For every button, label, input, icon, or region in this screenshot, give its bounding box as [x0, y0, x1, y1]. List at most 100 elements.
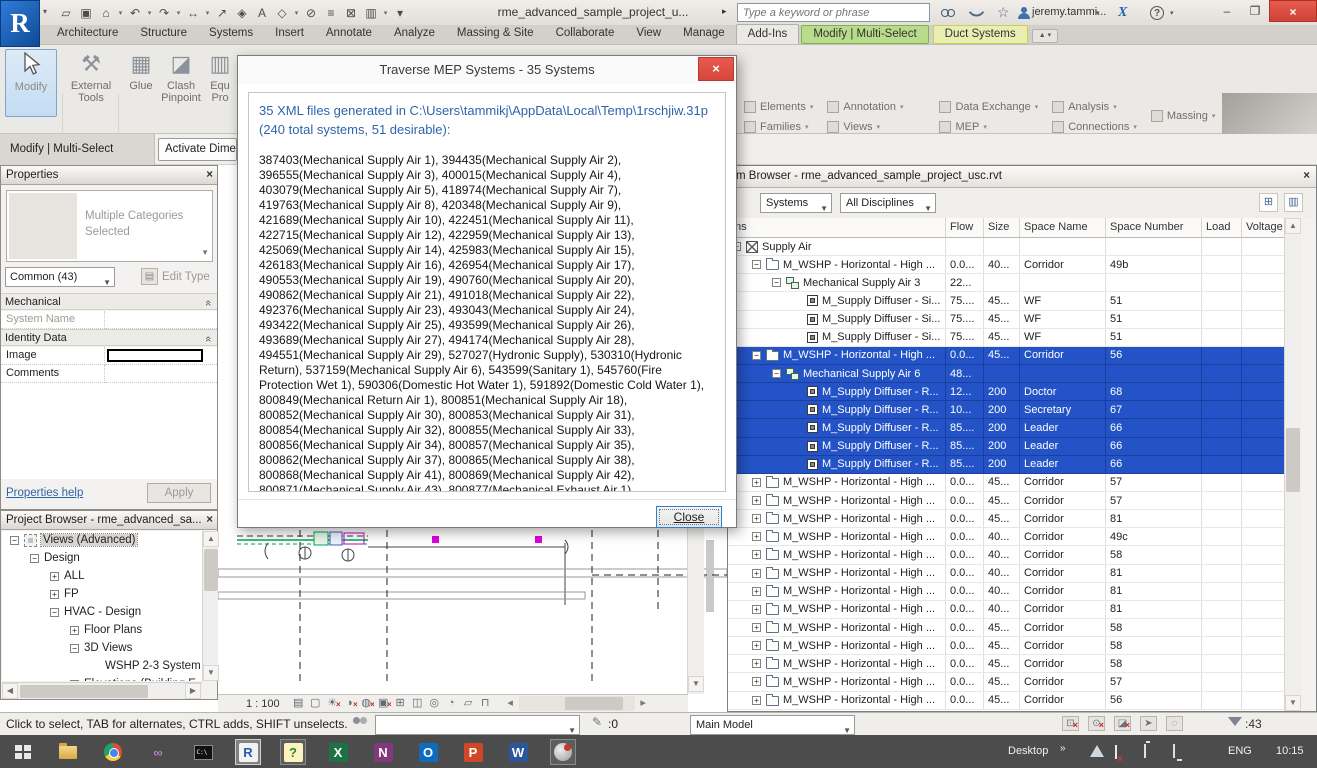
active-workset-dropdown[interactable]: ▼ [375, 715, 580, 735]
project-browser-horizontal-scrollbar[interactable]: ◀ ▶ [2, 682, 202, 699]
edit-type-button[interactable]: Edit Type [162, 267, 210, 287]
tag-icon[interactable]: ◈ [234, 6, 250, 20]
expander-icon[interactable]: + [70, 626, 79, 635]
worksharing-display-icon[interactable]: ◔ [443, 696, 460, 711]
modify-button[interactable]: Modify [5, 49, 57, 117]
section-icon[interactable]: ⊘ [303, 6, 319, 20]
text-icon[interactable]: A [254, 6, 270, 20]
expander-icon[interactable]: − [70, 644, 79, 653]
select-links-icon[interactable]: ⊡ [1062, 716, 1079, 731]
powerpoint[interactable]: P [460, 739, 486, 765]
scroll-down-icon[interactable]: ▼ [1285, 695, 1301, 711]
apply-button[interactable]: Apply [147, 483, 211, 503]
system-browser-row[interactable]: M_Supply Diffuser - Si...75....45...WF51 [728, 292, 1284, 310]
scrollbar-thumb[interactable] [204, 549, 218, 591]
undo-icon[interactable]: ↶ [127, 6, 143, 20]
expander-icon[interactable]: − [772, 369, 781, 378]
select-by-face-icon[interactable]: ◪ [1114, 716, 1131, 731]
system-browser-row[interactable]: M_Supply Diffuser - Si...75....45...WF51 [728, 329, 1284, 347]
expander-icon[interactable]: + [752, 569, 761, 578]
tab-insert[interactable]: Insert [264, 24, 315, 44]
save-icon[interactable]: ▣ [78, 6, 94, 20]
expander-icon[interactable]: + [752, 532, 761, 541]
expander-icon[interactable]: + [752, 550, 761, 559]
sync-icon[interactable]: ⌂ [98, 6, 114, 20]
select-pinned-icon[interactable]: ⊙ [1088, 716, 1105, 731]
application-menu-chevron-icon[interactable]: ▾ [43, 7, 47, 16]
activate-dimensions-button[interactable]: Activate Dime [158, 138, 237, 161]
property-row[interactable]: System Name [1, 311, 217, 329]
column-header-ms[interactable]: ms [728, 218, 946, 237]
show-rendering-icon[interactable]: ◍ [358, 696, 375, 711]
scroll-down-icon[interactable]: ▼ [688, 676, 704, 692]
dialog-close-icon[interactable]: × [698, 57, 734, 81]
system-browser-row[interactable]: M_Supply Diffuser - R...85....200Leader6… [728, 419, 1284, 437]
system-browser-row[interactable]: +M_WSHP - Horizontal - High ...0.0...45.… [728, 673, 1284, 691]
tree-item-views-advanced-[interactable]: −Views (Advanced) [2, 531, 202, 549]
background-processes-icon[interactable]: ◌ [1166, 716, 1183, 731]
expander-icon[interactable]: + [752, 514, 761, 523]
system-browser-row[interactable]: +M_WSHP - Horizontal - High ...0.0...45.… [728, 692, 1284, 710]
help-menu-chevron-icon[interactable]: ▾ [1170, 4, 1174, 21]
expander-icon[interactable]: + [50, 572, 59, 581]
properties-header[interactable]: Properties × [1, 166, 217, 185]
visual-studio[interactable]: ∞ [145, 739, 171, 765]
visual-style-icon[interactable]: ▢ [307, 696, 324, 711]
system-browser-row[interactable]: M_Supply Diffuser - Si...75....45...WF51 [728, 311, 1284, 329]
measure-icon-chevron[interactable]: ▾ [204, 9, 211, 17]
equipment-properties-button[interactable]: ▥ Equ Pro [204, 49, 236, 104]
search-icon[interactable] [941, 4, 955, 21]
collapse-chevron-icon[interactable]: « [200, 300, 216, 306]
user-menu-chevron-icon[interactable]: ▾ [1096, 4, 1100, 21]
scrollbar-thumb[interactable] [20, 685, 148, 698]
network-icon[interactable] [1173, 744, 1175, 758]
communication-center-icon[interactable] [971, 4, 982, 21]
measure-icon[interactable]: ↔ [185, 6, 201, 20]
scrollbar-thumb[interactable] [565, 697, 623, 710]
canvas-horizontal-scrollbar[interactable] [519, 696, 635, 711]
system-browser-row[interactable]: −Mechanical Supply Air 648... [728, 365, 1284, 383]
close-icon[interactable]: × [206, 166, 213, 184]
system-browser-header[interactable]: m Browser - rme_advanced_sample_project_… [728, 166, 1316, 188]
tree-item-elevations-building-e[interactable]: +Elevations (Building E [2, 675, 202, 681]
sun-path-icon[interactable]: ☀ [324, 696, 341, 711]
design-options-dropdown[interactable]: Main Model▼ [690, 715, 855, 735]
project-browser-header[interactable]: Project Browser - rme_advanced_sa... × [1, 511, 217, 530]
battery-icon[interactable] [1144, 744, 1146, 758]
language-indicator[interactable]: ENG [1228, 735, 1252, 768]
tab-manage[interactable]: Manage [672, 24, 736, 44]
switch-windows-icon-chevron[interactable]: ▾ [382, 9, 389, 17]
tree-item-floor-plans[interactable]: +Floor Plans [2, 621, 202, 639]
canvas-vertical-scrollbar[interactable]: ▼ [687, 528, 704, 694]
tab-architecture[interactable]: Architecture [46, 24, 129, 44]
help-search-input[interactable] [737, 3, 930, 22]
desktop-toolbar[interactable]: Desktop [1008, 735, 1048, 768]
collapse-chevron-icon[interactable]: « [200, 336, 216, 342]
system-browser-row[interactable]: +M_WSHP - Horizontal - High ...0.0...40.… [728, 528, 1284, 546]
sync-icon-chevron[interactable]: ▾ [117, 9, 124, 17]
expander-icon[interactable]: − [752, 260, 761, 269]
dialog-close-button[interactable]: Close [656, 506, 722, 528]
chevron-down-icon[interactable]: ▼ [201, 248, 209, 257]
expander-icon[interactable]: − [772, 278, 781, 287]
revit[interactable]: R [235, 739, 261, 765]
file-explorer[interactable] [55, 739, 81, 765]
expander-icon[interactable]: + [752, 496, 761, 505]
chrome[interactable] [100, 739, 126, 765]
reveal-hidden-icon[interactable]: ◎ [426, 696, 443, 711]
scroll-down-icon[interactable]: ▼ [203, 665, 219, 681]
system-browser-row[interactable]: +M_WSHP - Horizontal - High ...0.0...45.… [728, 492, 1284, 510]
temporary-view-properties-icon[interactable]: ▱ [460, 696, 477, 711]
scroll-left-icon[interactable]: ◂ [502, 696, 519, 711]
expander-icon[interactable]: + [752, 641, 761, 650]
clash-pinpoint-button[interactable]: ◪ Clash Pinpoint [160, 49, 202, 104]
tab-annotate[interactable]: Annotate [315, 24, 383, 44]
discipline-dropdown[interactable]: All Disciplines▼ [840, 193, 936, 213]
view-dropdown[interactable]: Systems▼ [760, 193, 832, 213]
system-browser-row[interactable]: −Supply Air [728, 238, 1284, 256]
system-browser-row[interactable]: M_Supply Diffuser - R...12...200Doctor68 [728, 383, 1284, 401]
system-browser-row[interactable]: +M_WSHP - Horizontal - High ...0.0...45.… [728, 474, 1284, 492]
tree-item-wshp-2-3-system[interactable]: WSHP 2-3 System [2, 657, 202, 675]
system-browser-row[interactable]: +M_WSHP - Horizontal - High ...0.0...40.… [728, 546, 1284, 564]
title-overflow-arrow-icon[interactable]: ▸ [722, 6, 727, 17]
